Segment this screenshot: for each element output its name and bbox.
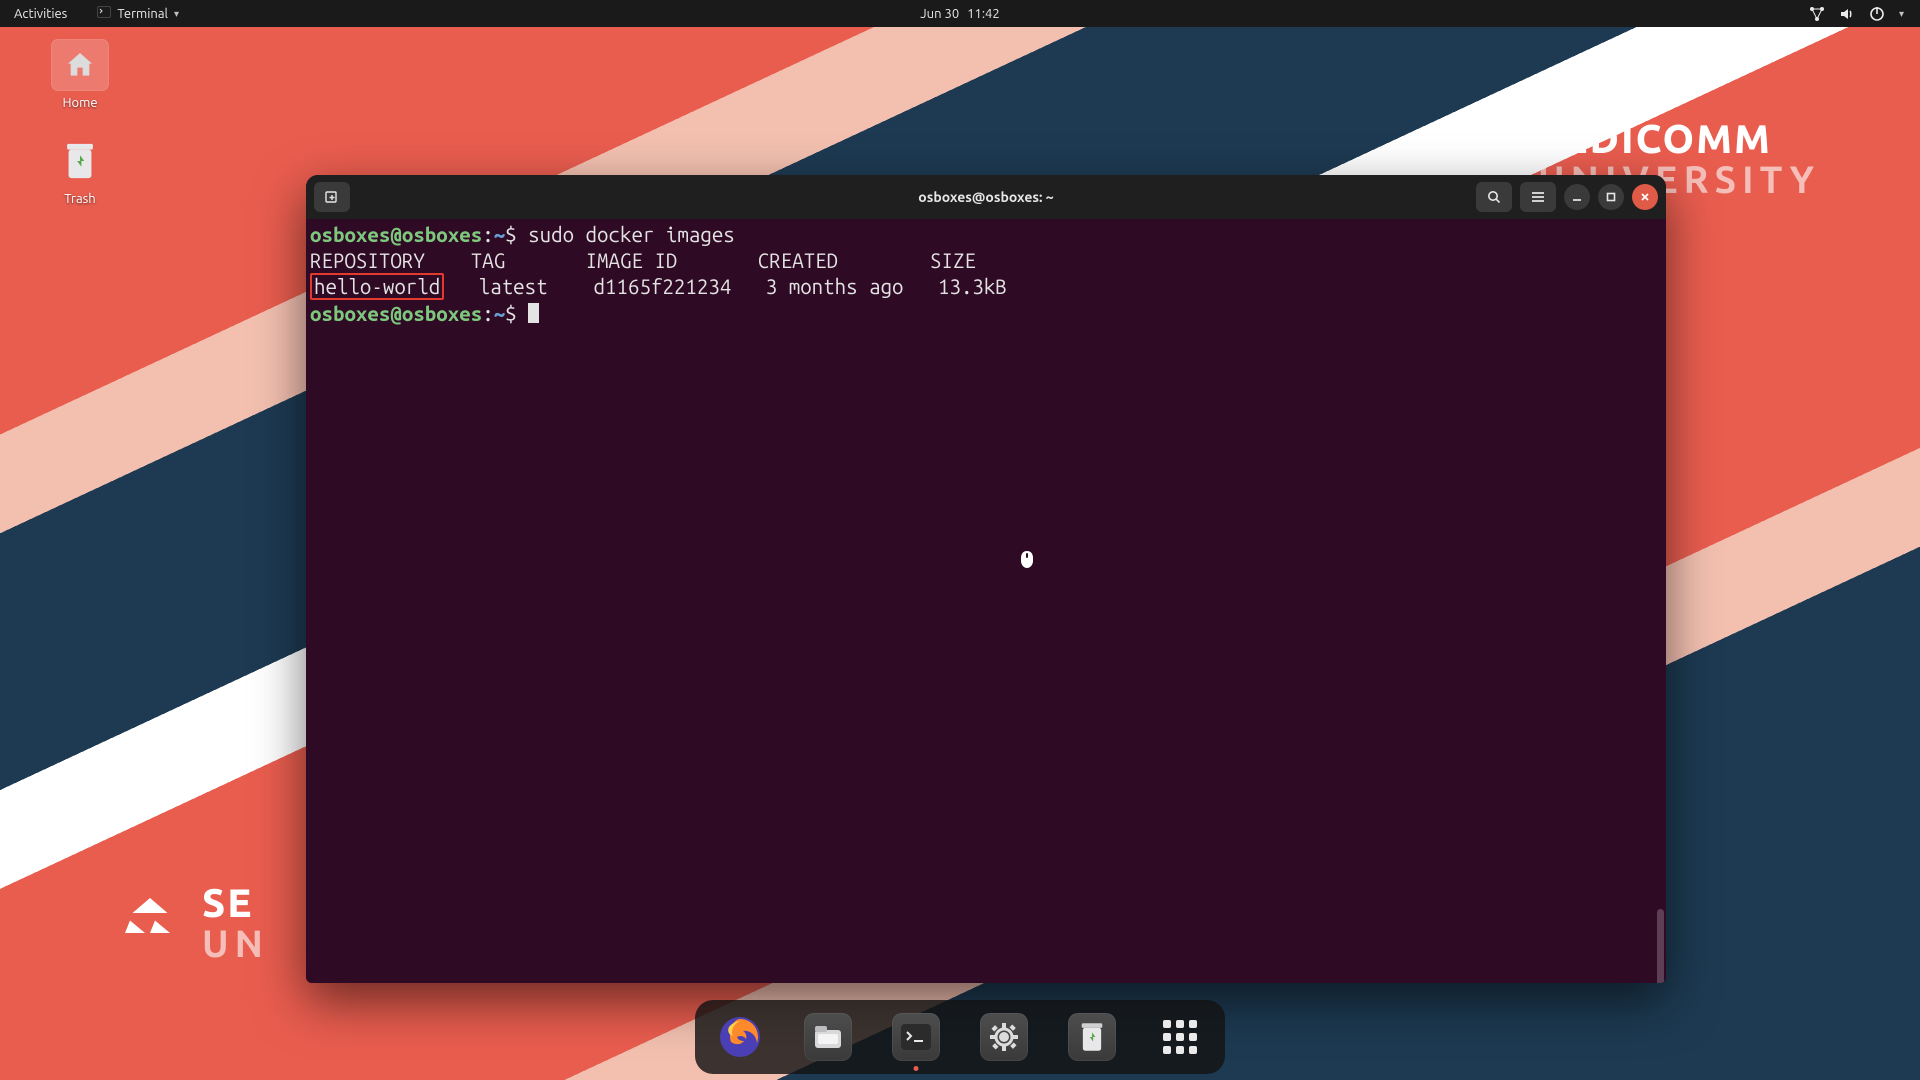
search-button[interactable] [1476, 182, 1512, 212]
brand-name-cut: SE [202, 880, 254, 925]
network-icon[interactable] [1809, 6, 1825, 22]
terminal-titlebar[interactable]: osboxes@osboxes: ~ [306, 175, 1666, 219]
power-icon[interactable] [1869, 6, 1885, 22]
prompt-path: ~ [494, 302, 505, 325]
maximize-button[interactable] [1598, 184, 1624, 210]
wallpaper-brand-bottom: SE UN [120, 880, 269, 965]
mouse-pointer-icon [1018, 549, 1036, 575]
clock-date: Jun 30 [920, 7, 959, 21]
dock-app-settings[interactable] [977, 1010, 1031, 1064]
desktop-icons: Home Trash [30, 40, 130, 232]
col-size: SIZE [930, 249, 976, 272]
desktop-icon-home[interactable]: Home [30, 40, 130, 110]
dock-app-trash[interactable] [1065, 1010, 1119, 1064]
prompt-user: osboxes@osboxes [310, 302, 482, 325]
cell-created: 3 months ago [766, 275, 904, 298]
desktop-icon-trash[interactable]: Trash [30, 136, 130, 206]
cell-tag: latest [479, 275, 548, 298]
volume-icon[interactable] [1839, 6, 1855, 22]
cell-size: 13.3kB [938, 275, 1007, 298]
minimize-button[interactable] [1564, 184, 1590, 210]
desktop-icon-trash-label: Trash [30, 192, 130, 206]
apps-grid-icon [1163, 1020, 1197, 1054]
files-icon [804, 1013, 852, 1061]
dock [695, 1000, 1225, 1074]
prompt-sym: $ [505, 223, 516, 246]
top-bar: Activities Terminal ▾ Jun 30 11:42 ▾ [0, 0, 1920, 27]
app-menu[interactable]: Terminal ▾ [89, 4, 187, 23]
brand-sub-cut: UN [202, 923, 269, 965]
activities-button[interactable]: Activities [6, 5, 75, 23]
hamburger-menu-button[interactable] [1520, 182, 1556, 212]
prompt-sym: $ [505, 302, 516, 325]
dock-app-firefox[interactable] [713, 1010, 767, 1064]
col-repository: REPOSITORY [310, 249, 425, 272]
new-tab-button[interactable] [314, 182, 350, 212]
close-button[interactable] [1632, 184, 1658, 210]
prompt-sep: : [482, 223, 493, 246]
brand-logo-icon [120, 893, 180, 953]
desktop-icon-home-label: Home [30, 96, 130, 110]
system-menu-chevron-icon[interactable]: ▾ [1899, 8, 1904, 20]
terminal-cursor [528, 303, 539, 323]
col-image-id: IMAGE ID [586, 249, 678, 272]
prompt-user: osboxes@osboxes [310, 223, 482, 246]
brand-name: SEDICOMM [1538, 116, 1772, 161]
prompt-sep: : [482, 302, 493, 325]
command-text: sudo docker images [528, 223, 735, 246]
terminal-title: osboxes@osboxes: ~ [918, 189, 1053, 205]
col-created: CREATED [758, 249, 838, 272]
terminal-scrollbar[interactable] [1657, 909, 1664, 983]
clock-time: 11:42 [967, 7, 1000, 21]
chevron-down-icon: ▾ [174, 8, 179, 20]
prompt-path: ~ [494, 223, 505, 246]
clock[interactable]: Jun 30 11:42 [920, 7, 999, 21]
terminal-icon [892, 1013, 940, 1061]
gear-icon [980, 1013, 1028, 1061]
terminal-mini-icon [97, 6, 111, 21]
col-tag: TAG [471, 249, 505, 272]
trash-icon [1068, 1013, 1116, 1061]
app-menu-label: Terminal [117, 7, 168, 21]
terminal-window: osboxes@osboxes: ~ osboxes@osboxes:~$ su… [306, 175, 1666, 983]
dock-show-apps[interactable] [1153, 1010, 1207, 1064]
dock-app-files[interactable] [801, 1010, 855, 1064]
terminal-body[interactable]: osboxes@osboxes:~$ sudo docker images RE… [306, 219, 1666, 983]
cell-image-id: d1165f221234 [594, 275, 732, 298]
cell-repository: hello-world [310, 273, 444, 300]
dock-app-terminal[interactable] [889, 1010, 943, 1064]
